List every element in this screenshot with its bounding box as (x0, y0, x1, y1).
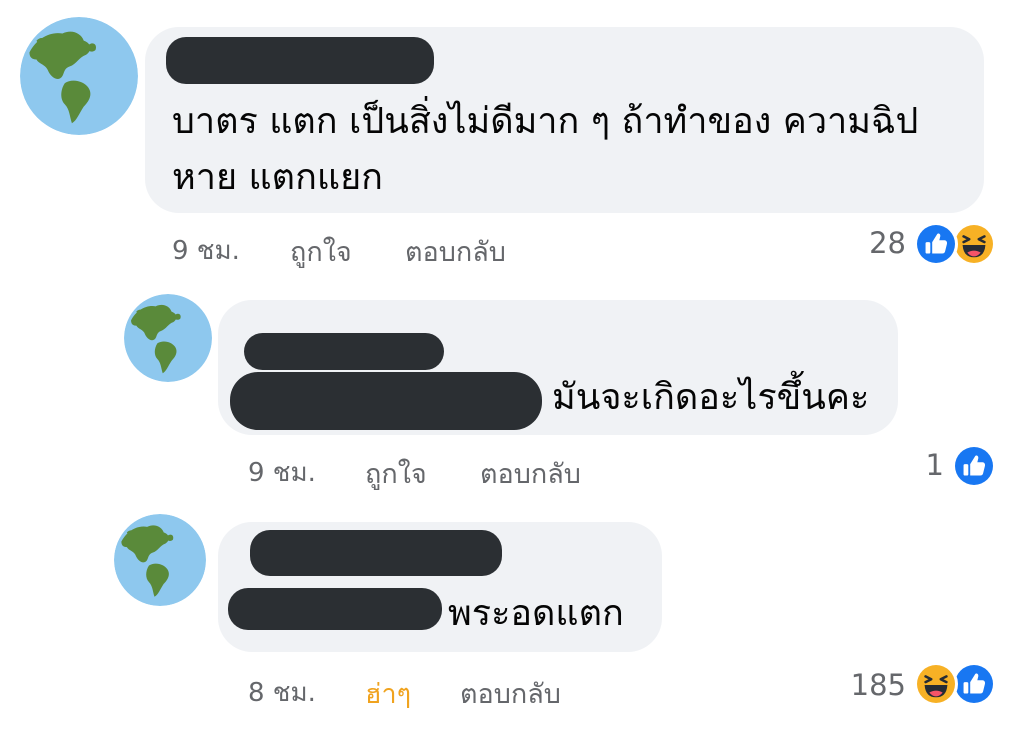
comment-text-line: บาตร แตก เป็นสิ่งไม่ดีมาก ๆ ถ้าทำของ ควา… (172, 101, 919, 142)
reply-button[interactable]: ตอบกลับ (405, 230, 506, 273)
globe-avatar-icon (114, 514, 206, 606)
like-icon[interactable] (952, 444, 996, 488)
reply-button[interactable]: ตอบกลับ (460, 672, 561, 715)
comment-text: มันจะเกิดอะไรขึ้นคะ (552, 377, 870, 418)
avatar[interactable] (114, 514, 206, 606)
redacted-author-name (250, 530, 502, 576)
haha-icon[interactable] (952, 222, 996, 266)
like-icon[interactable] (914, 222, 958, 266)
comment-text-line: หาย แตกแยก (172, 157, 383, 198)
reply-button[interactable]: ตอบกลับ (480, 452, 581, 495)
haha-icon[interactable] (914, 662, 958, 706)
globe-avatar-icon (124, 294, 212, 382)
comment-timestamp[interactable]: 9 ชม. (248, 452, 316, 493)
redacted-author-name (244, 333, 444, 370)
redacted-author-name (166, 37, 434, 84)
like-icon[interactable] (952, 662, 996, 706)
avatar[interactable] (20, 17, 138, 135)
comment-timestamp[interactable]: 8 ชม. (248, 672, 316, 713)
avatar[interactable] (124, 294, 212, 382)
reaction-count[interactable]: 185 (840, 668, 906, 702)
reaction-count[interactable]: 1 (900, 448, 944, 482)
like-button[interactable]: ถูกใจ (365, 452, 427, 495)
haha-reaction-button[interactable]: ฮ่าๆ (365, 672, 411, 715)
redacted-mention (230, 372, 542, 430)
redacted-mention (228, 588, 442, 630)
comment-timestamp[interactable]: 9 ชม. (172, 230, 240, 271)
reaction-count[interactable]: 28 (850, 226, 906, 260)
globe-avatar-icon (20, 17, 138, 135)
like-button[interactable]: ถูกใจ (290, 230, 352, 273)
comment-text: พระอดแตก (448, 593, 624, 634)
